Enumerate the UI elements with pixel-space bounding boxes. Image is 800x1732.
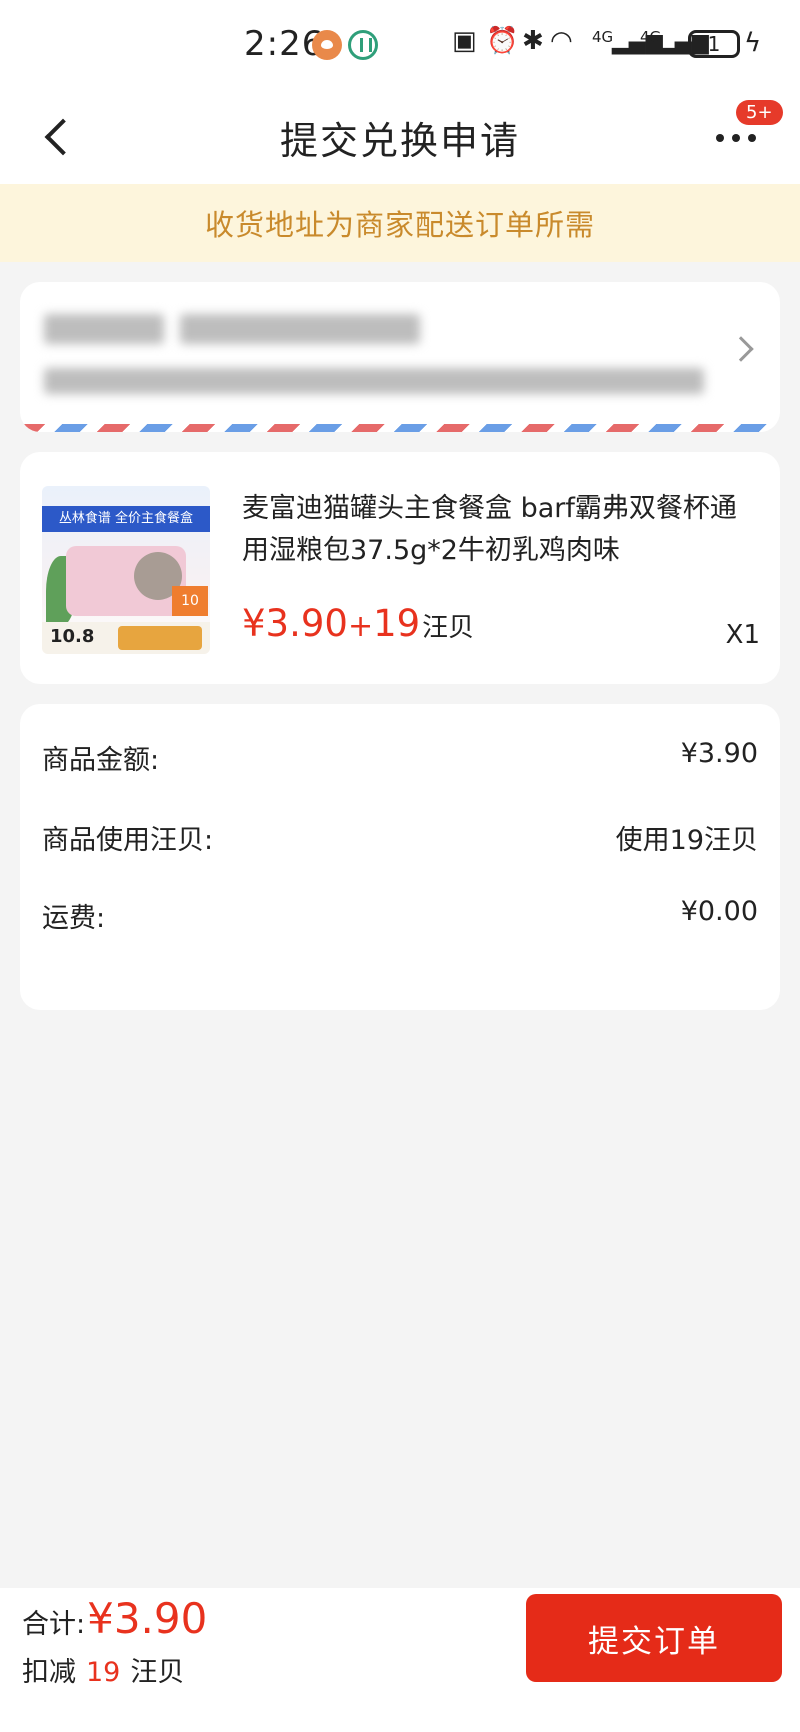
product-title: 麦富迪猫罐头主食餐盒 barf霸弗双餐杯通用湿粮包37.5g*2牛初乳鸡肉味	[242, 493, 737, 566]
summary-row-amount: 商品金额: ¥3.90	[42, 738, 758, 778]
deduct-row: 扣减 19 汪贝	[22, 1650, 184, 1689]
app-green-icon	[348, 30, 378, 60]
alarm-icon: ⏰	[486, 26, 519, 56]
total-row: 合计: ¥3.90	[22, 1594, 207, 1643]
product-image-promo	[118, 626, 202, 650]
product-image-price: 10.8	[50, 626, 95, 647]
airmail-border	[20, 424, 780, 432]
more-dots-icon	[748, 134, 756, 142]
product-image-badge: 10	[172, 586, 208, 616]
address-card[interactable]	[20, 282, 780, 432]
summary-label: 商品使用汪贝:	[42, 825, 214, 856]
checkout-bar: 合计: ¥3.90 扣减 19 汪贝 提交订单	[0, 1588, 800, 1732]
notification-badge: 5+	[736, 100, 783, 125]
address-notice: 收货地址为商家配送订单所需	[0, 184, 800, 262]
product-image: 丛林食谱 全价主食餐盒 10 10.8	[42, 486, 210, 654]
status-bar: 2:26 ▣ ⏰ ✱ ◠ 4G ▂▄▆ 4G ▂▄▆ 1 ϟ	[0, 0, 800, 88]
summary-row-shipping: 运费: ¥0.00	[42, 896, 758, 936]
chevron-right-icon	[728, 336, 754, 362]
summary-label: 商品金额:	[42, 745, 160, 776]
nfc-icon: ▣	[452, 26, 477, 56]
product-image-price-strip: 10.8	[42, 622, 210, 654]
total-value: ¥3.90	[87, 1594, 208, 1643]
product-card[interactable]: 丛林食谱 全价主食餐盒 10 10.8 麦富迪猫罐头主食餐盒 barf霸弗双餐杯…	[20, 452, 780, 684]
notice-text: 收货地址为商家配送订单所需	[204, 208, 595, 242]
summary-value: ¥0.00	[680, 896, 758, 927]
summary-row-points: 商品使用汪贝: 使用19汪贝	[42, 818, 758, 858]
address-detail-blurred	[44, 368, 704, 394]
wifi-icon: ◠	[550, 26, 573, 56]
product-price: ¥3.90	[242, 602, 348, 645]
battery-level: 1	[707, 32, 721, 56]
order-summary-card: 商品金额: ¥3.90 商品使用汪贝: 使用19汪贝 运费: ¥0.00	[20, 704, 780, 1010]
total-label: 合计:	[22, 1609, 86, 1640]
more-dots-icon	[716, 134, 724, 142]
product-points-unit: 汪贝	[422, 613, 475, 643]
submit-order-button[interactable]: 提交订单	[526, 1594, 782, 1682]
deduct-label: 扣减	[22, 1657, 76, 1688]
product-price-row: ¥3.90 + 19 汪贝	[242, 602, 474, 645]
bluetooth-icon: ✱	[522, 26, 544, 56]
address-name-blurred	[44, 314, 164, 344]
navigation-bar: 提交兑换申请 5+	[0, 88, 800, 184]
signal-4g-icon: 4G	[592, 28, 614, 46]
deduct-points: 19	[86, 1657, 121, 1688]
charging-icon: ϟ	[744, 28, 762, 58]
battery-icon: 1	[688, 30, 740, 58]
price-plus: +	[347, 609, 374, 644]
product-image-banner: 丛林食谱 全价主食餐盒	[42, 506, 210, 532]
deduct-unit: 汪贝	[130, 1657, 185, 1688]
app-orange-icon	[312, 30, 342, 60]
product-points: 19	[373, 602, 421, 645]
address-phone-blurred	[180, 314, 420, 344]
summary-value: ¥3.90	[680, 738, 758, 769]
summary-value: 使用19汪贝	[615, 825, 758, 856]
product-quantity: X1	[725, 620, 760, 650]
page-title: 提交兑换申请	[279, 119, 520, 163]
more-dots-icon	[732, 134, 740, 142]
summary-label: 运费:	[42, 903, 106, 934]
